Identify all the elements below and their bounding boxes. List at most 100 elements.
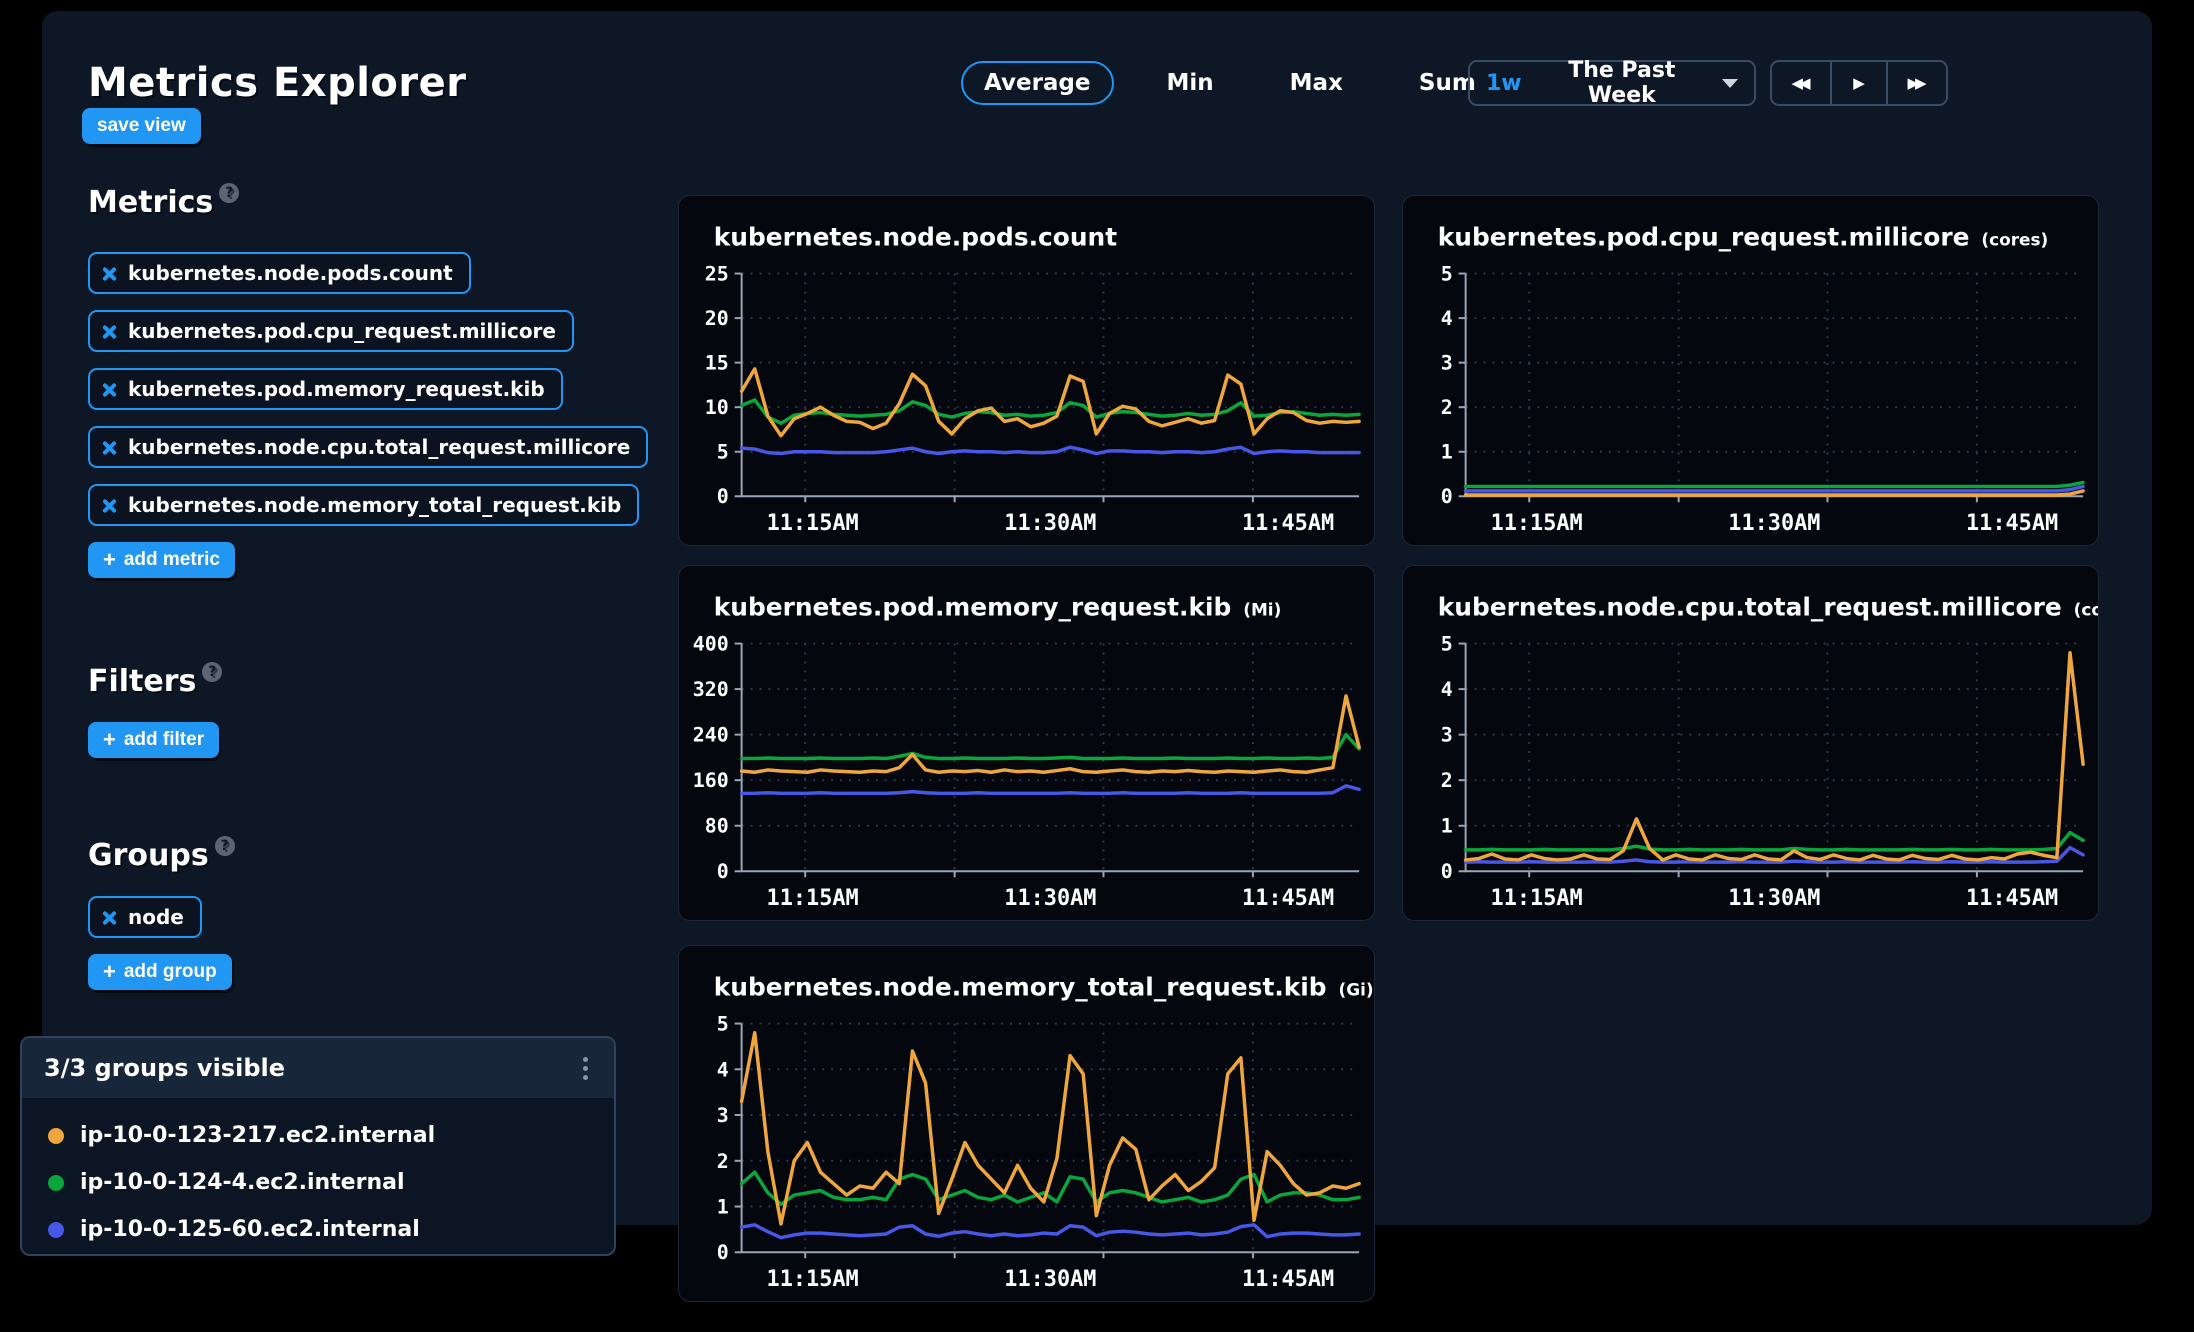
plus-icon: + — [103, 959, 116, 984]
groups-heading: Groups? — [88, 836, 235, 873]
svg-text:11:45AM: 11:45AM — [1242, 1267, 1334, 1292]
series-color-dot — [48, 1221, 64, 1238]
series-line — [739, 1030, 1361, 1226]
svg-text:0: 0 — [1441, 860, 1453, 883]
chart-card-1: 0 1 2 3 4 5 11:15AM 11:30AM 11:45AM kubernetes.po… — [1402, 195, 2099, 546]
svg-text:0: 0 — [717, 485, 729, 508]
chart-card-3: 0 1 2 3 4 5 11:15AM 11:30AM 11:45AM kubernetes.no… — [1402, 565, 2099, 921]
chart-plot: 0 5 10 15 20 25 11:15AM 11:30AM 11:45AM kubernete… — [705, 223, 1361, 536]
metric-pill-0[interactable]: kubernetes.node.pods.count — [88, 252, 471, 294]
remove-icon[interactable] — [102, 498, 117, 513]
svg-text:11:30AM: 11:30AM — [1728, 886, 1820, 911]
groups-pill-list: node — [88, 896, 202, 938]
chart-title: kubernetes.pod.cpu_request.millicore (cor… — [1438, 223, 2048, 252]
legend-header: 3/3 groups visible — [22, 1038, 614, 1098]
svg-text:4: 4 — [717, 1058, 729, 1081]
svg-text:0: 0 — [717, 860, 729, 883]
time-nav-buttons: ◀◀ ▶ ▶▶ — [1770, 60, 1948, 106]
time-range-duration: 1w — [1486, 70, 1522, 96]
series-line — [739, 445, 1361, 456]
svg-text:11:15AM: 11:15AM — [1491, 511, 1583, 536]
metrics-pill-list: kubernetes.node.pods.count kubernetes.pod… — [88, 252, 649, 526]
add-metric-button[interactable]: + add metric — [88, 542, 235, 578]
filters-heading: Filters? — [88, 662, 223, 699]
plus-icon: + — [103, 547, 116, 572]
svg-text:2: 2 — [1441, 396, 1453, 419]
svg-text:160: 160 — [693, 769, 729, 792]
add-group-button[interactable]: + add group — [88, 954, 232, 990]
group-pill-0[interactable]: node — [88, 896, 202, 938]
series-line — [739, 732, 1361, 761]
series-line — [739, 784, 1361, 796]
skip-forward-button[interactable]: ▶▶ — [1886, 62, 1946, 104]
svg-text:11:15AM: 11:15AM — [1491, 886, 1583, 911]
agg-option-min[interactable]: Min — [1144, 61, 1237, 105]
chart-title: kubernetes.pod.memory_request.kib (Mi) — [714, 593, 1282, 622]
svg-text:2: 2 — [717, 1150, 729, 1173]
remove-icon[interactable] — [102, 266, 117, 281]
remove-icon[interactable] — [102, 324, 117, 339]
chart-plot: 0 80 160 240 320 400 11:15AM 11:30AM 11:45AM kube… — [693, 593, 1361, 911]
svg-text:11:30AM: 11:30AM — [1728, 511, 1820, 536]
remove-icon[interactable] — [102, 382, 117, 397]
chart-plot: 0 1 2 3 4 5 11:15AM 11:30AM 11:45AM kubernetes.no… — [1438, 593, 2098, 911]
agg-option-average[interactable]: Average — [961, 61, 1114, 105]
page-title: Metrics Explorer — [88, 59, 467, 106]
legend-item-list: ip-10-0-123-217.ec2.internal ip-10-0-124-… — [22, 1098, 614, 1253]
metric-pill-1[interactable]: kubernetes.pod.cpu_request.millicore — [88, 310, 574, 352]
chevron-down-icon — [1722, 78, 1738, 88]
svg-text:3: 3 — [1441, 724, 1453, 747]
time-range-picker[interactable]: 1w The Past Week — [1468, 58, 1756, 108]
svg-text:240: 240 — [693, 724, 729, 747]
svg-text:400: 400 — [693, 633, 729, 656]
save-view-button[interactable]: save view — [82, 108, 201, 144]
svg-text:3: 3 — [1441, 352, 1453, 375]
kebab-menu-icon[interactable] — [579, 1053, 592, 1084]
chart-plot: 0 1 2 3 4 5 11:15AM 11:30AM 11:45AM kubernetes.po… — [1438, 223, 2085, 536]
svg-text:3: 3 — [717, 1104, 729, 1127]
help-icon[interactable]: ? — [219, 183, 240, 203]
pill-label: kubernetes.pod.cpu_request.millicore — [128, 319, 556, 343]
pill-label: node — [128, 905, 184, 929]
svg-text:2: 2 — [1441, 769, 1453, 792]
agg-option-max[interactable]: Max — [1267, 61, 1366, 105]
aggregation-selector: Average Min Max Sum — [961, 61, 1499, 105]
metric-pill-3[interactable]: kubernetes.node.cpu.total_request.millic… — [88, 426, 649, 468]
chart-title: kubernetes.node.memory_total_request.kib… — [714, 973, 1374, 1002]
play-button[interactable]: ▶ — [1830, 62, 1886, 104]
plus-icon: + — [103, 727, 116, 752]
svg-text:1: 1 — [717, 1195, 729, 1218]
chart-card-4: 0 1 2 3 4 5 11:15AM 11:30AM 11:45AM kubernetes.no… — [678, 945, 1375, 1302]
add-filter-button[interactable]: + add filter — [88, 722, 220, 758]
remove-icon[interactable] — [102, 910, 117, 925]
svg-text:4: 4 — [1441, 678, 1453, 701]
pill-label: kubernetes.pod.memory_request.kib — [128, 377, 545, 401]
pill-label: kubernetes.node.cpu.total_request.millic… — [128, 435, 631, 459]
skip-back-button[interactable]: ◀◀ — [1772, 62, 1830, 104]
series-line — [1463, 480, 2085, 489]
chart-plot: 0 1 2 3 4 5 11:15AM 11:30AM 11:45AM kubernetes.no… — [714, 973, 1374, 1292]
svg-text:4: 4 — [1441, 307, 1453, 330]
svg-text:1: 1 — [1441, 441, 1453, 464]
remove-icon[interactable] — [102, 440, 117, 455]
svg-text:5: 5 — [1441, 633, 1453, 656]
series-line — [739, 1223, 1361, 1240]
legend-item-2[interactable]: ip-10-0-125-60.ec2.internal — [48, 1206, 614, 1253]
legend-item-0[interactable]: ip-10-0-123-217.ec2.internal — [48, 1112, 614, 1159]
svg-text:11:30AM: 11:30AM — [1004, 511, 1096, 536]
legend-item-1[interactable]: ip-10-0-124-4.ec2.internal — [48, 1159, 614, 1206]
svg-text:5: 5 — [717, 441, 729, 464]
help-icon[interactable]: ? — [214, 836, 235, 856]
chart-title: kubernetes.node.pods.count — [714, 223, 1117, 252]
pill-label: kubernetes.node.pods.count — [128, 261, 453, 285]
metric-pill-4[interactable]: kubernetes.node.memory_total_request.kib — [88, 484, 640, 526]
series-line — [739, 367, 1361, 438]
svg-text:11:30AM: 11:30AM — [1004, 1267, 1096, 1292]
svg-text:11:45AM: 11:45AM — [1242, 886, 1334, 911]
help-icon[interactable]: ? — [202, 662, 223, 682]
svg-text:11:45AM: 11:45AM — [1242, 511, 1334, 536]
metric-pill-2[interactable]: kubernetes.pod.memory_request.kib — [88, 368, 563, 410]
svg-text:11:30AM: 11:30AM — [1004, 886, 1096, 911]
metrics-heading: Metrics? — [88, 183, 240, 220]
svg-text:11:45AM: 11:45AM — [1966, 886, 2058, 911]
